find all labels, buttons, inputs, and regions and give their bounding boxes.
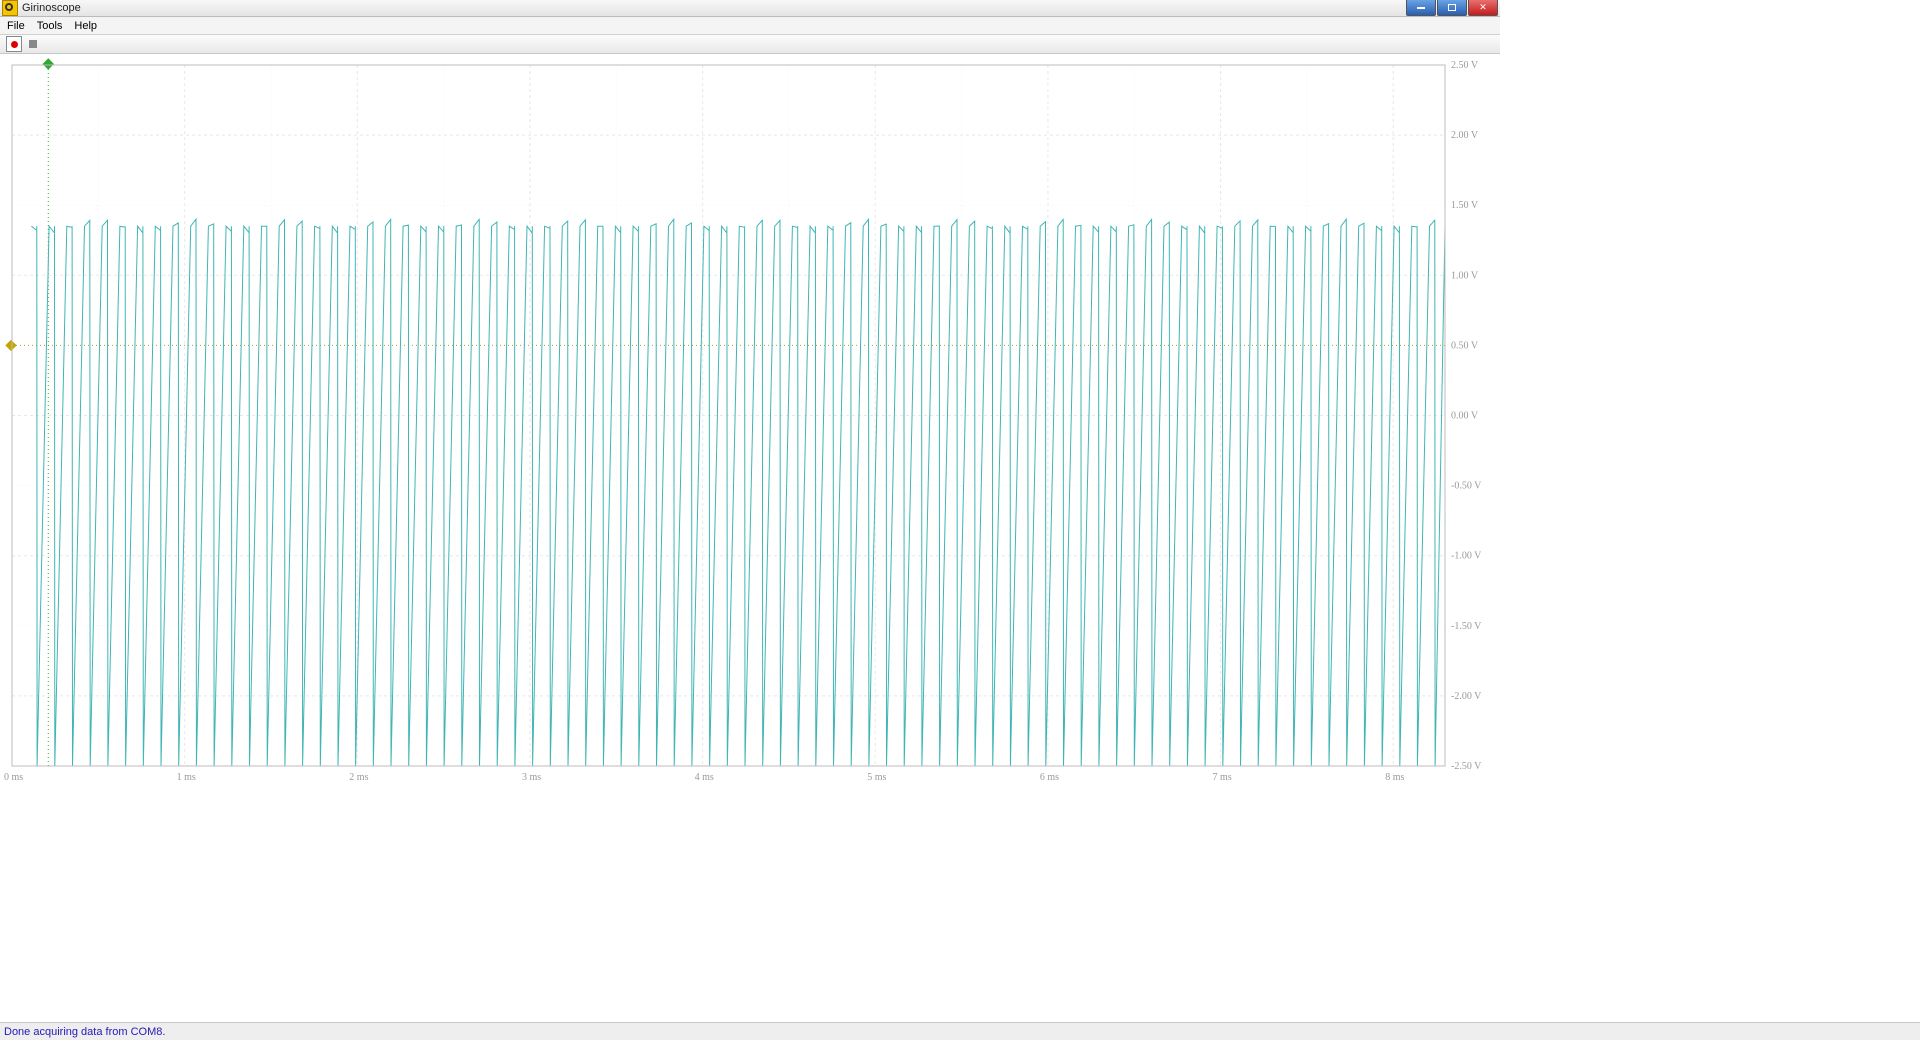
menu-help[interactable]: Help xyxy=(68,19,103,33)
window-controls xyxy=(1405,0,1498,16)
svg-text:1.50 V: 1.50 V xyxy=(1451,200,1479,211)
svg-text:-1.50 V: -1.50 V xyxy=(1451,621,1482,632)
svg-text:8 ms: 8 ms xyxy=(1385,772,1404,783)
status-text: Done acquiring data from COM8. xyxy=(4,1026,165,1038)
record-button[interactable] xyxy=(6,36,22,52)
svg-text:2.50 V: 2.50 V xyxy=(1451,60,1479,71)
svg-text:-2.50 V: -2.50 V xyxy=(1451,761,1482,772)
stop-button[interactable] xyxy=(26,37,40,51)
svg-text:-0.50 V: -0.50 V xyxy=(1451,481,1482,492)
menu-tools[interactable]: Tools xyxy=(31,19,69,33)
svg-text:7 ms: 7 ms xyxy=(1213,772,1232,783)
svg-text:1.00 V: 1.00 V xyxy=(1451,270,1479,281)
window-title: Girinoscope xyxy=(22,2,81,14)
svg-text:1 ms: 1 ms xyxy=(177,772,196,783)
svg-text:2.00 V: 2.00 V xyxy=(1451,130,1479,141)
svg-text:-1.00 V: -1.00 V xyxy=(1451,551,1482,562)
app-icon xyxy=(2,0,18,16)
close-button[interactable] xyxy=(1468,0,1498,16)
menu-bar: File Tools Help xyxy=(0,17,1500,35)
svg-text:4 ms: 4 ms xyxy=(695,772,714,783)
title-bar: Girinoscope xyxy=(0,0,1500,17)
oscilloscope-canvas[interactable]: 2.50 V 2.00 V 1.50 V 1.00 V 0.50 V 0.00 V -0.5… xyxy=(0,53,1500,794)
status-bar: Done acquiring data from COM8. xyxy=(0,1022,1920,1040)
svg-text:6 ms: 6 ms xyxy=(1040,772,1059,783)
svg-text:0 ms: 0 ms xyxy=(4,772,23,783)
menu-file[interactable]: File xyxy=(1,19,31,33)
maximize-button[interactable] xyxy=(1437,0,1467,16)
toolbar xyxy=(0,35,1500,54)
svg-text:2 ms: 2 ms xyxy=(349,772,368,783)
svg-text:5 ms: 5 ms xyxy=(867,772,886,783)
svg-text:-2.00 V: -2.00 V xyxy=(1451,691,1482,702)
svg-text:3 ms: 3 ms xyxy=(522,772,541,783)
svg-text:0.00 V: 0.00 V xyxy=(1451,411,1479,422)
oscilloscope-display[interactable]: 2.50 V 2.00 V 1.50 V 1.00 V 0.50 V 0.00 V -0.5… xyxy=(0,53,1920,1022)
minimize-button[interactable] xyxy=(1406,0,1436,16)
svg-text:0.50 V: 0.50 V xyxy=(1451,340,1479,351)
